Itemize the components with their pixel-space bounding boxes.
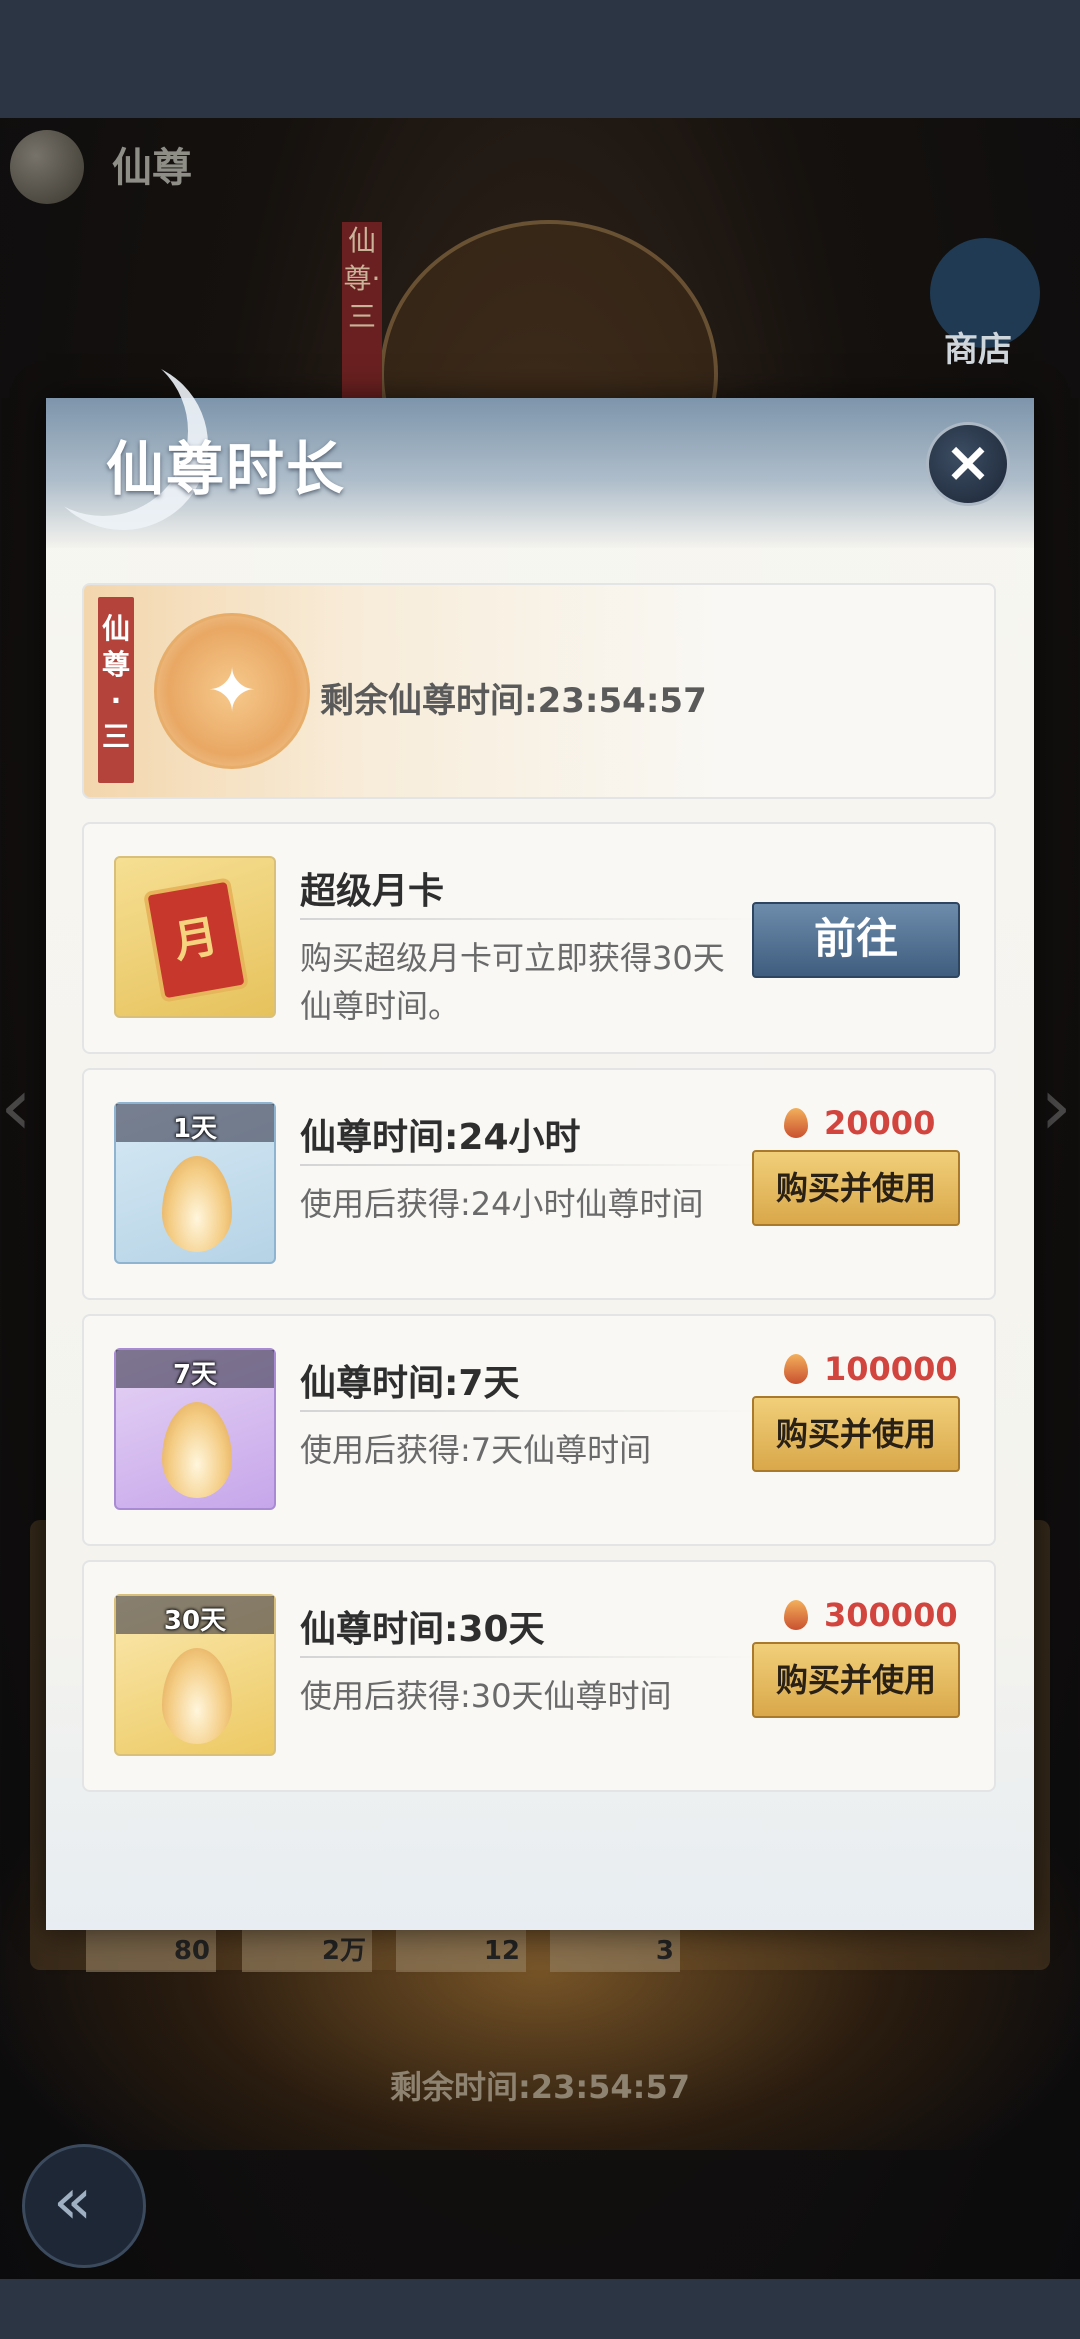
time-item-row: 30天 仙尊时间:30天 使用后获得:30天仙尊时间 300000 购买并使用	[82, 1560, 996, 1792]
buy-and-use-button[interactable]: 购买并使用	[752, 1150, 960, 1226]
duration-tag: 7天	[172, 1360, 218, 1390]
go-button[interactable]: 前往	[752, 902, 960, 978]
item-icon: 1天	[114, 1102, 276, 1264]
back-button[interactable]: «	[22, 2144, 146, 2268]
item-description: 使用后获得:24小时仙尊时间	[300, 1185, 704, 1223]
item-description: 使用后获得:7天仙尊时间	[300, 1431, 652, 1469]
rank-banner-text: 仙尊·三	[101, 612, 130, 753]
rank-banner: 仙尊·三	[98, 597, 134, 783]
reward-item: 80	[86, 1930, 216, 1972]
time-item-row: 1天 仙尊时间:24小时 使用后获得:24小时仙尊时间 20000 购买并使用	[82, 1068, 996, 1300]
duration-tag: 30天	[163, 1606, 227, 1636]
top-status-bar	[0, 0, 1080, 118]
monthly-card-title: 超级月卡	[300, 871, 445, 912]
right-arrow-icon[interactable]: ›	[1040, 1060, 1072, 1153]
remaining-time-text: 剩余仙尊时间:23:54:57	[320, 681, 707, 721]
close-icon: ×	[944, 430, 992, 495]
monthly-card-row: 月 超级月卡 购买超级月卡可立即获得30天仙尊时间。 前往	[82, 822, 996, 1054]
close-button[interactable]: ×	[926, 422, 1010, 506]
reward-item: 2万	[242, 1930, 372, 1972]
item-description: 使用后获得:30天仙尊时间	[300, 1677, 672, 1715]
background-reward-items: 80 2万 12 3	[86, 1930, 946, 1972]
back-arrow-icon: «	[53, 2165, 93, 2239]
background-rank-banner: 仙尊·三	[342, 222, 382, 412]
currency-icon	[784, 1354, 808, 1384]
reward-item: 3	[550, 1930, 680, 1972]
flame-icon	[162, 1402, 232, 1498]
flame-icon	[162, 1648, 232, 1744]
background-remaining-time: 剩余时间:23:54:57	[390, 2068, 690, 2106]
reward-item: 12	[396, 1930, 526, 1972]
buy-and-use-button[interactable]: 购买并使用	[752, 1396, 960, 1472]
page-title: 仙尊	[112, 145, 192, 191]
moon-icon	[10, 130, 84, 204]
divider	[300, 1410, 760, 1412]
bottom-nav-bar	[0, 2279, 1080, 2339]
divider	[300, 1656, 760, 1658]
item-title: 仙尊时间:7天	[300, 1363, 520, 1404]
item-title: 仙尊时间:30天	[300, 1609, 545, 1650]
item-price: 300000	[824, 1596, 958, 1634]
rank-emblem-icon: ✦	[154, 613, 310, 769]
item-icon: 30天	[114, 1594, 276, 1756]
shop-label[interactable]: 商店	[944, 322, 1012, 371]
monthly-card-icon: 月	[114, 856, 276, 1018]
time-item-row: 7天 仙尊时间:7天 使用后获得:7天仙尊时间 100000 购买并使用	[82, 1314, 996, 1546]
divider	[300, 918, 760, 920]
flame-icon	[162, 1156, 232, 1252]
item-price: 20000	[824, 1104, 936, 1142]
divider	[300, 1164, 760, 1166]
item-price: 100000	[824, 1350, 958, 1388]
xianzun-duration-dialog: 仙尊时长 × 仙尊·三 ✦ 剩余仙尊时间:23:54:57 月 超级月卡 购买超…	[46, 398, 1034, 1930]
item-icon: 7天	[114, 1348, 276, 1510]
dialog-title: 仙尊时长	[106, 435, 347, 503]
item-title: 仙尊时间:24小时	[300, 1117, 581, 1158]
duration-tag: 1天	[172, 1114, 218, 1144]
currency-icon	[784, 1600, 808, 1630]
left-arrow-icon[interactable]: ‹	[0, 1060, 32, 1153]
monthly-card-description: 购买超级月卡可立即获得30天仙尊时间。	[300, 939, 725, 1025]
buy-and-use-button[interactable]: 购买并使用	[752, 1642, 960, 1718]
rank-status-card: 仙尊·三 ✦ 剩余仙尊时间:23:54:57	[82, 583, 996, 799]
currency-icon	[784, 1108, 808, 1138]
